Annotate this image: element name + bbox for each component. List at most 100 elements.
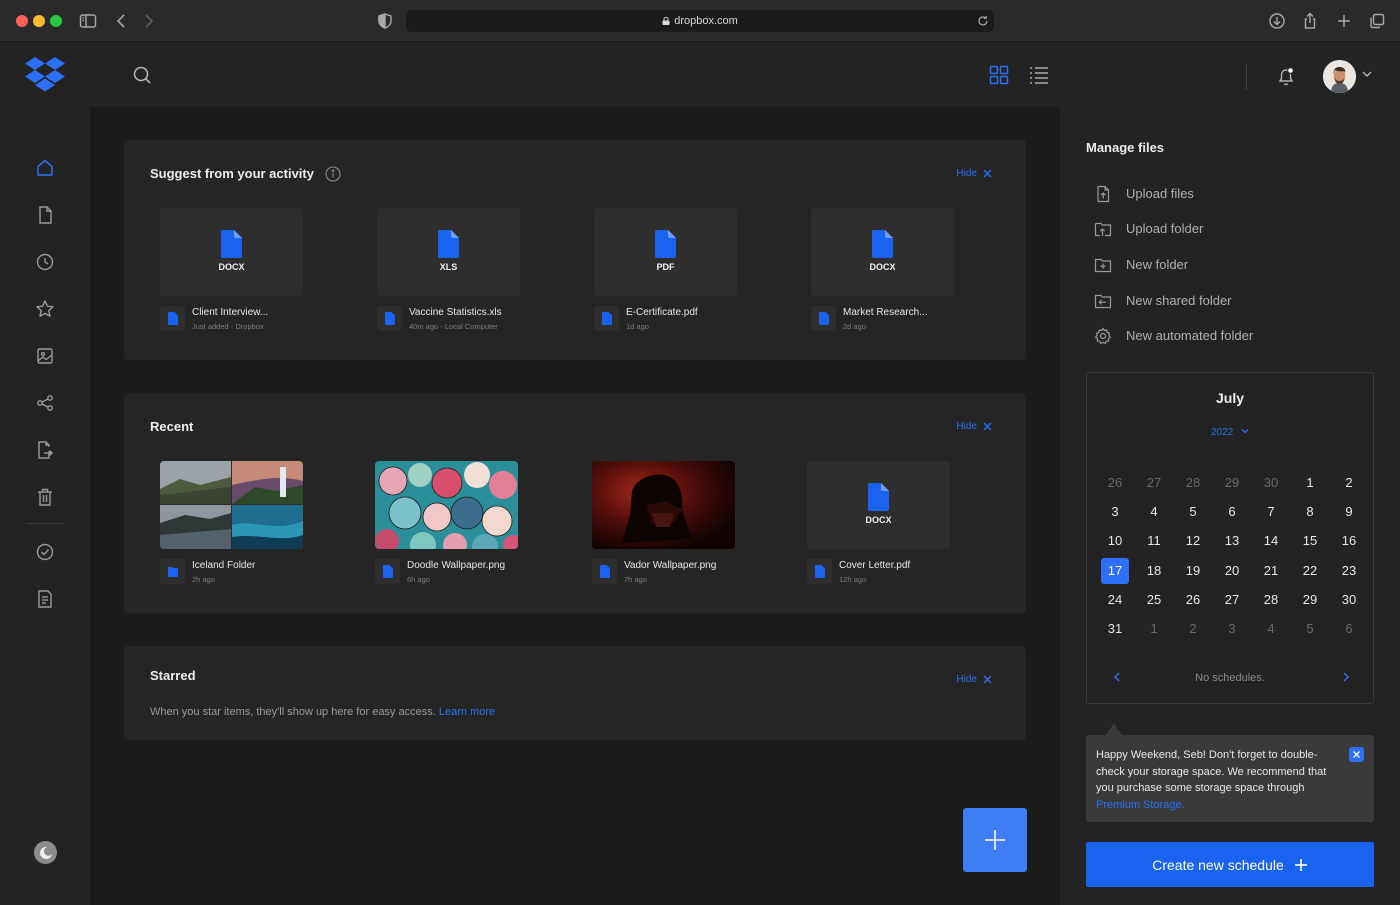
file-thumbnail[interactable]: DOCX xyxy=(160,208,303,296)
trash-icon[interactable] xyxy=(34,486,56,508)
calendar-day[interactable]: 3 xyxy=(1218,616,1246,642)
document-icon[interactable] xyxy=(34,588,56,610)
avatar[interactable] xyxy=(1323,60,1356,93)
calendar-day[interactable]: 24 xyxy=(1101,587,1129,613)
grid-view-icon[interactable] xyxy=(988,64,1010,86)
upload-files-item[interactable]: Upload files xyxy=(1094,184,1354,204)
notification-bell-icon[interactable] xyxy=(1275,65,1297,87)
calendar-day[interactable]: 20 xyxy=(1218,558,1246,584)
calendar-day[interactable]: 2 xyxy=(1335,470,1363,496)
file-thumbnail[interactable]: PDF xyxy=(594,208,737,296)
recent-hide-button[interactable]: Hide xyxy=(956,421,992,432)
file-thumbnail[interactable]: DOCX xyxy=(807,461,950,549)
starred-hide-button[interactable]: Hide xyxy=(956,674,992,685)
calendar-day[interactable]: 6 xyxy=(1335,616,1363,642)
calendar-day[interactable]: 8 xyxy=(1296,499,1324,525)
sidebar-toggle-icon[interactable] xyxy=(78,11,98,31)
file-request-icon[interactable] xyxy=(34,439,56,461)
calendar-day[interactable]: 22 xyxy=(1296,558,1324,584)
minimize-window-button[interactable] xyxy=(33,15,45,27)
dropbox-logo-icon[interactable] xyxy=(25,56,65,92)
reload-icon[interactable] xyxy=(977,15,989,27)
calendar-day[interactable]: 27 xyxy=(1218,587,1246,613)
toast-close-button[interactable] xyxy=(1349,747,1364,762)
home-icon[interactable] xyxy=(34,157,56,179)
clock-icon[interactable] xyxy=(34,251,56,273)
calendar-day[interactable]: 16 xyxy=(1335,528,1363,554)
info-icon[interactable] xyxy=(325,166,341,182)
calendar-day[interactable]: 25 xyxy=(1140,587,1168,613)
shield-icon[interactable] xyxy=(375,11,395,31)
download-icon[interactable] xyxy=(1267,11,1287,31)
calendar-day[interactable]: 5 xyxy=(1296,616,1324,642)
list-view-icon[interactable] xyxy=(1028,64,1050,86)
calendar-day[interactable]: 11 xyxy=(1140,528,1168,554)
calendar-day[interactable]: 30 xyxy=(1257,470,1285,496)
file-icon[interactable] xyxy=(34,204,56,226)
calendar-day[interactable]: 7 xyxy=(1257,499,1285,525)
calendar-day[interactable]: 27 xyxy=(1140,470,1168,496)
calendar-day[interactable]: 4 xyxy=(1257,616,1285,642)
vador-wallpaper-thumbnail[interactable] xyxy=(592,461,735,549)
new-folder-item[interactable]: New folder xyxy=(1094,255,1354,275)
iceland-folder-thumbnail[interactable] xyxy=(160,461,303,549)
file-meta[interactable]: Market Research... 2d ago xyxy=(811,306,1001,332)
chevron-down-icon[interactable] xyxy=(1360,67,1374,81)
calendar-day-today[interactable]: 17 xyxy=(1101,557,1129,584)
file-meta[interactable]: E-Certificate.pdf 1d ago xyxy=(594,306,784,332)
calendar-day[interactable]: 15 xyxy=(1296,528,1324,554)
check-circle-icon[interactable] xyxy=(34,541,56,563)
calendar-day[interactable]: 5 xyxy=(1179,499,1207,525)
calendar-day[interactable]: 28 xyxy=(1257,587,1285,613)
calendar-day[interactable]: 13 xyxy=(1218,528,1246,554)
file-meta[interactable]: Iceland Folder 2h ago xyxy=(160,559,350,585)
share-icon[interactable] xyxy=(34,392,56,414)
image-icon[interactable] xyxy=(34,345,56,367)
calendar-day[interactable]: 29 xyxy=(1218,470,1246,496)
calendar-day[interactable]: 18 xyxy=(1140,558,1168,584)
calendar-day[interactable]: 4 xyxy=(1140,499,1168,525)
calendar-day[interactable]: 26 xyxy=(1179,587,1207,613)
file-thumbnail[interactable]: XLS xyxy=(377,208,520,296)
file-meta[interactable]: Cover Letter.pdf 12h ago xyxy=(807,559,997,585)
year-selector[interactable]: 2022 xyxy=(1087,427,1373,438)
forward-icon[interactable] xyxy=(138,11,158,31)
create-new-schedule-button[interactable]: Create new schedule xyxy=(1086,842,1374,887)
learn-more-link[interactable]: Learn more xyxy=(439,706,495,718)
maximize-window-button[interactable] xyxy=(50,15,62,27)
star-icon[interactable] xyxy=(34,298,56,320)
search-icon[interactable] xyxy=(131,64,153,86)
calendar-day[interactable]: 3 xyxy=(1101,499,1129,525)
tabs-overview-icon[interactable] xyxy=(1367,11,1387,31)
address-bar[interactable]: dropbox.com xyxy=(406,10,994,32)
next-month-icon[interactable] xyxy=(1341,671,1351,683)
file-meta[interactable]: Vador Wallpaper.png 7h ago xyxy=(592,559,782,585)
calendar-day[interactable]: 21 xyxy=(1257,558,1285,584)
calendar-day[interactable]: 6 xyxy=(1218,499,1246,525)
calendar-day[interactable]: 29 xyxy=(1296,587,1324,613)
dark-mode-toggle[interactable] xyxy=(34,841,57,864)
share-sheet-icon[interactable] xyxy=(1300,11,1320,31)
file-thumbnail[interactable]: DOCX xyxy=(811,208,954,296)
file-meta[interactable]: Vaccine Statistics.xls 40m ago - Local C… xyxy=(377,306,567,332)
calendar-day[interactable]: 31 xyxy=(1101,616,1129,642)
calendar-day[interactable]: 28 xyxy=(1179,470,1207,496)
file-meta[interactable]: Doodle Wallpaper.png 6h ago xyxy=(375,559,565,585)
calendar-day[interactable]: 26 xyxy=(1101,470,1129,496)
calendar-day[interactable]: 23 xyxy=(1335,558,1363,584)
new-shared-folder-item[interactable]: New shared folder xyxy=(1094,291,1354,311)
calendar-day[interactable]: 10 xyxy=(1101,528,1129,554)
close-window-button[interactable] xyxy=(16,15,28,27)
new-tab-icon[interactable] xyxy=(1334,11,1354,31)
suggest-hide-button[interactable]: Hide xyxy=(956,168,992,179)
doodle-wallpaper-thumbnail[interactable] xyxy=(375,461,518,549)
upload-folder-item[interactable]: Upload folder xyxy=(1094,219,1354,239)
back-icon[interactable] xyxy=(112,11,132,31)
premium-storage-link[interactable]: Premium Storage. xyxy=(1096,799,1185,811)
new-automated-folder-item[interactable]: New automated folder xyxy=(1094,326,1354,346)
calendar-day[interactable]: 12 xyxy=(1179,528,1207,554)
file-meta[interactable]: Client Interview... Just added - Dropbox xyxy=(160,306,350,332)
calendar-day[interactable]: 9 xyxy=(1335,499,1363,525)
calendar-day[interactable]: 14 xyxy=(1257,528,1285,554)
calendar-day[interactable]: 1 xyxy=(1140,616,1168,642)
